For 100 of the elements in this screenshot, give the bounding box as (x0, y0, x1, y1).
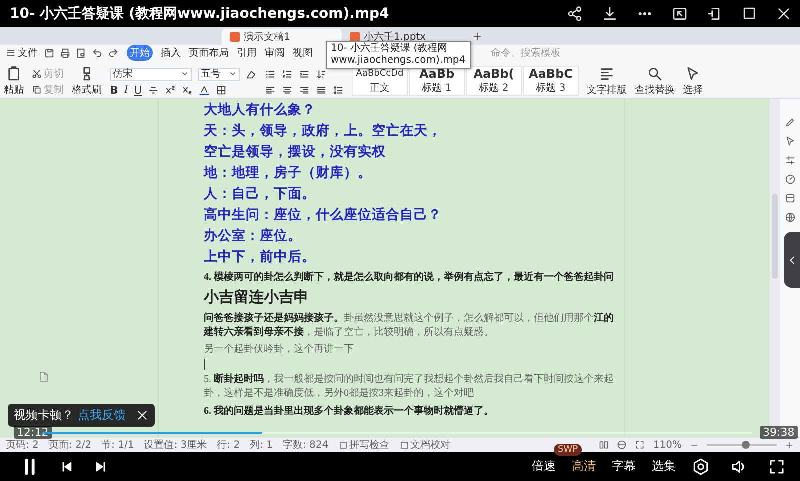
ribbon-tool-button[interactable]: 文字排版 (587, 66, 627, 98)
download-icon[interactable] (602, 6, 618, 22)
ribbon-tab[interactable]: 审阅 (265, 45, 285, 61)
document-line: 上中下，前中后。 (204, 248, 317, 266)
next-icon[interactable] (94, 460, 108, 474)
document-tab[interactable]: 演示文稿1 (222, 29, 342, 45)
align-left-icon[interactable] (265, 84, 276, 96)
web-view-icon[interactable] (617, 440, 628, 450)
style-preset[interactable]: AaBbCcDd 正文 (352, 66, 408, 96)
sort-icon[interactable] (316, 68, 327, 80)
status-text: 设置值: 3厘米 (144, 438, 208, 452)
previous-icon[interactable] (60, 460, 74, 474)
clipboard-icon (6, 66, 22, 82)
ribbon-tool-button[interactable]: 选择 (683, 66, 703, 98)
numbered-list-icon[interactable] (282, 68, 293, 80)
status-button[interactable]: 拼写检查 (338, 438, 390, 452)
total-time: 39:38 (760, 426, 798, 439)
subscript-icon[interactable] (182, 84, 194, 96)
bullet-list-icon[interactable] (265, 68, 276, 80)
text-layout-icon (599, 66, 615, 82)
panel-collapse-button[interactable] (784, 232, 800, 288)
line-spacing-icon[interactable] (333, 84, 344, 96)
feedback-link[interactable]: 点我反馈 (78, 407, 126, 424)
document-line: 地：地理，房子（财库）。 (204, 164, 373, 182)
redo-icon[interactable] (108, 48, 119, 58)
zoom-slider-thumb[interactable] (742, 441, 750, 449)
align-right-icon[interactable] (299, 84, 310, 96)
ribbon-tab[interactable]: 开始 (127, 45, 153, 61)
close-icon[interactable] (136, 409, 149, 422)
style-preset[interactable]: AaBbC 标题 3 (523, 66, 579, 96)
share-icon[interactable] (567, 6, 583, 22)
zoom-in-icon[interactable] (785, 440, 794, 450)
status-text: 列: 1 (250, 439, 273, 452)
player-option[interactable]: 选集 (652, 458, 676, 475)
undo-icon[interactable] (92, 48, 103, 58)
status-button[interactable]: 文档校对 (400, 438, 451, 452)
font-size-dropdown[interactable]: 五号 (198, 68, 240, 80)
document-paragraph: 问爸爸接孩子还是妈妈接孩子。卦虽然没意思就这个例子，怎么解都可以，但他们用那个江的建转六亲看到母亲不接，是临了空亡，比较明确，所以有点疑惑。 (204, 312, 615, 340)
gauge-icon[interactable] (784, 174, 796, 185)
current-time: 12:12 (14, 426, 52, 439)
style-preset[interactable]: AaBb( 标题 2 (466, 66, 522, 96)
scissors-icon (32, 69, 42, 79)
ribbon-tab[interactable]: 视图 (293, 45, 313, 61)
globe-icon[interactable] (784, 212, 796, 223)
paste-button[interactable]: 粘贴 (4, 66, 24, 98)
print-icon[interactable] (60, 48, 71, 58)
copy-icon (32, 85, 42, 95)
indent-icon[interactable] (299, 68, 310, 80)
ribbon-tab[interactable]: 插入 (161, 45, 181, 61)
align-center-icon[interactable] (282, 84, 293, 96)
fit-icon[interactable] (635, 440, 646, 450)
eraser-icon[interactable] (246, 68, 257, 80)
zoom-level: 110% (653, 440, 682, 450)
text-color-icon[interactable] (199, 84, 210, 96)
document-line: 大地人有什么象？ (204, 101, 317, 119)
font-dropdown[interactable]: 仿宋 (110, 68, 192, 80)
document-line: 空亡是领导，摆设，没有实权 (204, 143, 387, 161)
checkbox-icon (338, 440, 348, 450)
ribbon-tab[interactable]: 页面布局 (189, 45, 229, 61)
bold-button[interactable]: B (110, 84, 118, 96)
strikethrough-icon[interactable] (148, 84, 160, 96)
player-option[interactable]: 倍速 (532, 458, 556, 475)
read-mode-icon[interactable] (599, 440, 610, 450)
status-text: 页码: 2 (6, 439, 39, 452)
ribbon-tab[interactable]: 引用 (237, 45, 257, 61)
player-option[interactable]: 高清 (572, 458, 596, 475)
caret-icon (229, 70, 237, 78)
document-line: 人：自己，下面。 (204, 185, 317, 203)
file-menu[interactable]: 文件 (6, 46, 38, 60)
box-icon[interactable] (784, 193, 796, 204)
player-option[interactable]: 字幕 (612, 458, 636, 475)
border-icon[interactable] (216, 84, 228, 96)
picture-in-picture-icon[interactable] (672, 6, 688, 22)
superscript-icon[interactable] (165, 84, 176, 96)
checkbox-icon (400, 440, 409, 450)
preview-icon[interactable] (76, 48, 87, 58)
underline-button[interactable]: U (134, 84, 142, 96)
maximize-icon[interactable] (742, 6, 757, 21)
status-text: 行: 2 (217, 439, 240, 452)
justify-icon[interactable] (316, 84, 327, 96)
sliders-icon[interactable] (784, 155, 796, 166)
pointer-icon[interactable] (784, 136, 796, 147)
status-text: 页面: 2/2 (48, 439, 92, 452)
italic-button[interactable]: I (124, 84, 128, 96)
fullscreen-icon[interactable] (768, 458, 786, 476)
pen-icon[interactable] (784, 117, 796, 128)
close-icon[interactable] (776, 6, 792, 22)
document-line: 高中生问：座位，什么座位适合自己？ (204, 206, 443, 224)
settings-icon[interactable] (692, 458, 710, 476)
ribbon-tool-button[interactable]: 查找替换 (635, 66, 675, 98)
format-painter-button[interactable]: 格式刷 (72, 66, 102, 98)
tooltip: 10- 小六壬答疑课 (教程网 www.jiaochengs.com).mp4 (326, 41, 471, 69)
quality-badge: SWP (554, 444, 582, 456)
search-icon (647, 66, 663, 82)
add-tab-icon[interactable] (472, 31, 483, 42)
save-icon[interactable] (44, 48, 55, 58)
text-cursor (204, 359, 205, 370)
style-preset[interactable]: AaBb 标题 1 (409, 66, 465, 96)
question-paragraph: 6. 我的问题是当卦里出现多个卦象都能表示一个事物时就懵逼了。 (204, 405, 495, 419)
status-text: 节: 1/1 (102, 438, 134, 452)
